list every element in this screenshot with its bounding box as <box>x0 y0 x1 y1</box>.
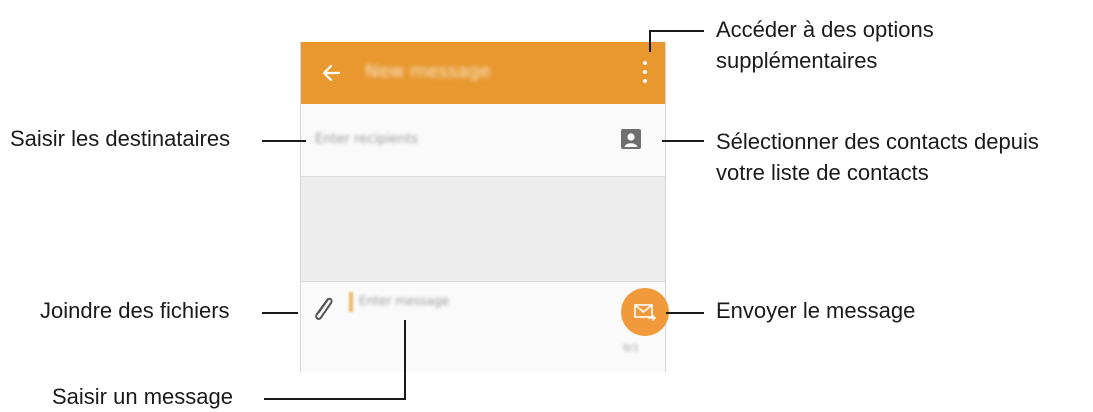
callout-line-more-options <box>649 30 651 52</box>
label-attach: Joindre des fichiers <box>40 298 230 323</box>
recipients-input[interactable]: Enter recipients <box>315 132 418 147</box>
text-cursor <box>349 292 353 312</box>
paperclip-icon[interactable] <box>309 292 335 326</box>
message-compose-screen: New message Enter recipients Enter messa… <box>300 42 669 372</box>
send-button[interactable] <box>621 288 669 336</box>
label-contacts-line2: votre liste de contacts <box>716 160 929 185</box>
callout-line-message-v <box>404 320 406 400</box>
envelope-send-icon <box>634 304 656 321</box>
more-vertical-icon[interactable] <box>639 59 651 87</box>
label-contacts-line1: Sélectionner des contacts depuis <box>716 129 1039 154</box>
label-more-options-line1: Accéder à des options <box>716 17 934 42</box>
callout-line-message-h <box>264 398 406 400</box>
callout-line-contacts <box>662 140 704 142</box>
character-counter: 0/1 <box>623 343 640 354</box>
label-message: Saisir un message <box>52 384 233 409</box>
callout-line-more-options-h <box>649 30 704 32</box>
label-recipients: Saisir les destinataires <box>10 126 231 151</box>
screen-title: New message <box>365 61 491 82</box>
callout-line-attach <box>262 312 298 314</box>
app-bar: New message <box>301 42 665 104</box>
recipients-row: Enter recipients <box>301 104 665 177</box>
callout-line-recipients <box>262 140 306 142</box>
label-more-options-line2: supplémentaires <box>716 48 878 73</box>
arrow-left-icon[interactable] <box>319 60 345 86</box>
callout-line-send <box>666 312 704 314</box>
contact-card-icon[interactable] <box>621 129 641 149</box>
message-input[interactable]: Enter message <box>359 294 449 308</box>
label-send: Envoyer le message <box>716 298 916 323</box>
message-composer: Enter message 0/1 <box>301 281 669 372</box>
